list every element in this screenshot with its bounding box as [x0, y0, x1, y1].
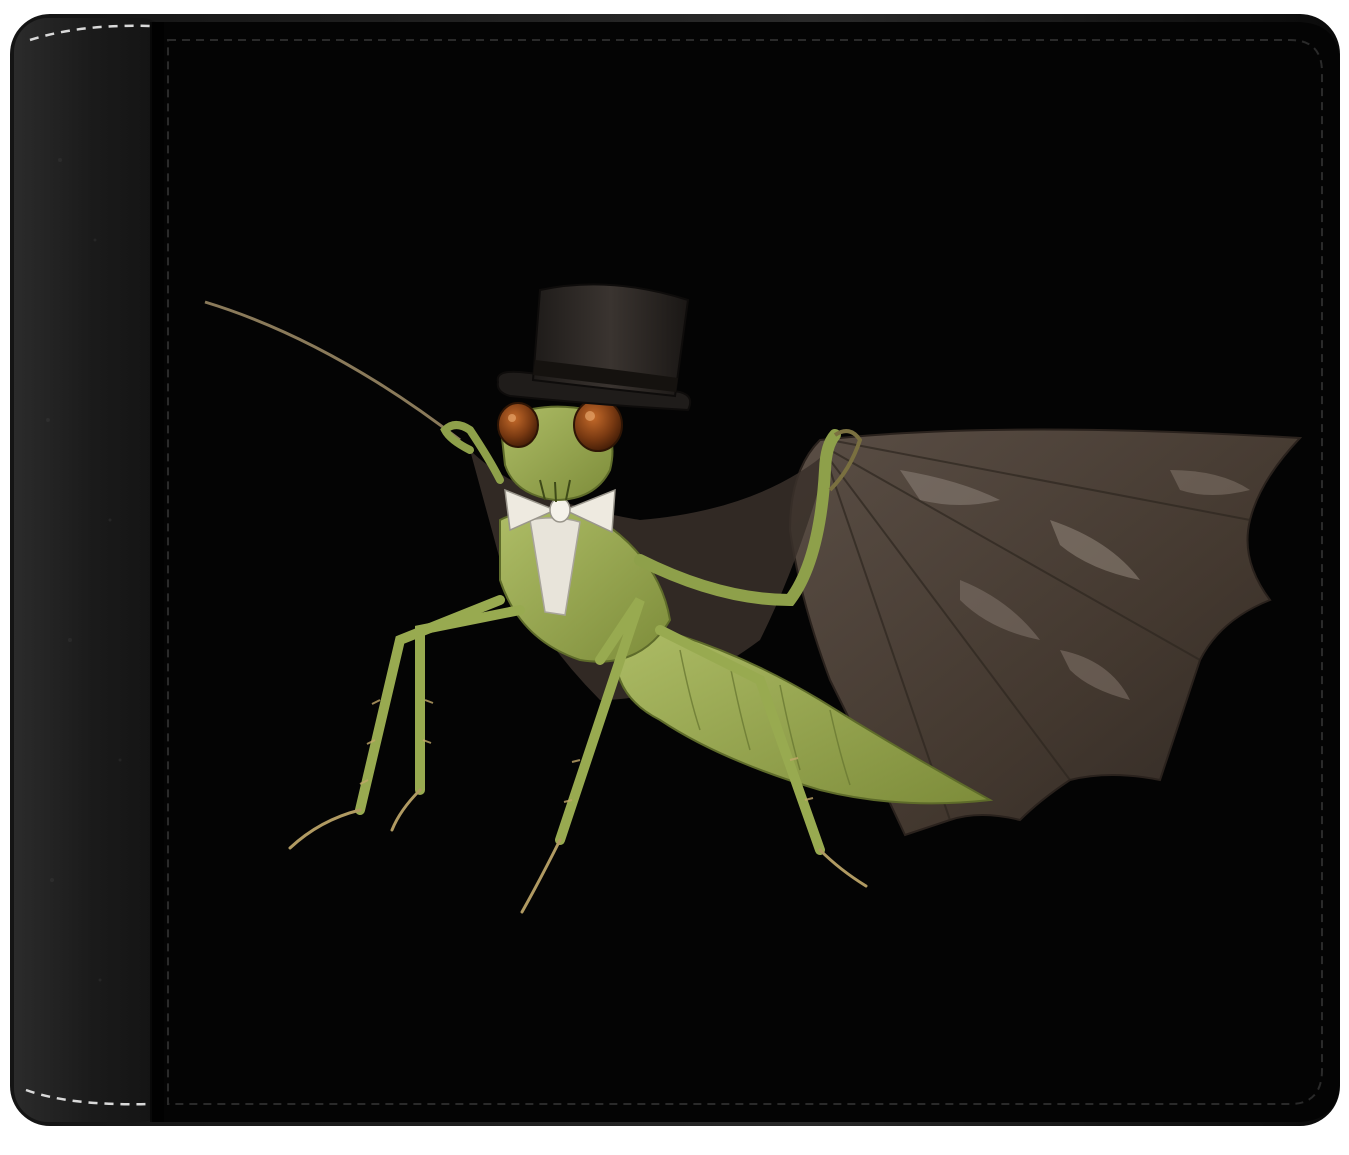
product-image — [0, 0, 1349, 1155]
wallet — [10, 14, 1340, 1126]
